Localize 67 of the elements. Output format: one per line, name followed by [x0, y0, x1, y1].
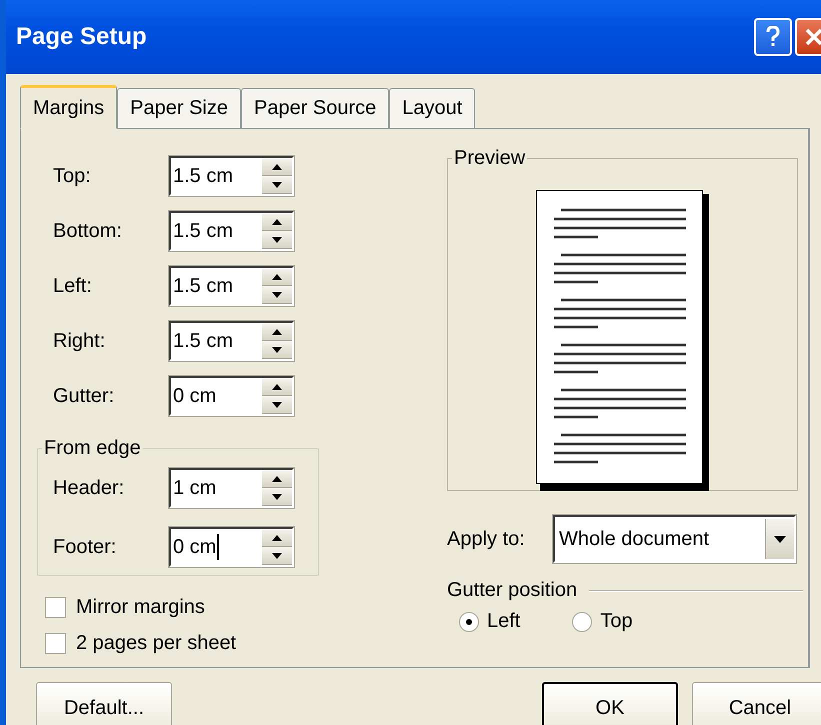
- tab[interactable]: Paper Size: [117, 88, 241, 128]
- field-label: Bottom:: [53, 220, 123, 242]
- spin-up-button[interactable]: [262, 158, 292, 176]
- dialog-button[interactable]: OK: [542, 682, 678, 725]
- radio-button[interactable]: [572, 612, 592, 632]
- down-arrow-icon: [272, 236, 282, 242]
- down-arrow-icon: [272, 292, 282, 298]
- down-arrow-icon: [272, 346, 282, 352]
- spin-down-button[interactable]: [262, 286, 292, 304]
- checkbox-label: Mirror margins: [76, 596, 205, 618]
- apply-to-dropdown[interactable]: Whole document: [553, 515, 796, 563]
- up-arrow-icon: [272, 476, 282, 482]
- down-arrow-icon: [272, 552, 282, 558]
- up-arrow-icon: [272, 164, 282, 170]
- field-label: Footer:: [53, 536, 118, 558]
- up-arrow-icon: [272, 274, 282, 280]
- close-icon: [805, 28, 821, 46]
- spin-up-button[interactable]: [262, 529, 292, 547]
- down-arrow-icon: [272, 494, 282, 500]
- tab[interactable]: Paper Source: [240, 88, 390, 128]
- down-arrow-icon: [272, 182, 282, 188]
- spin-field[interactable]: 1.5 cm: [169, 321, 294, 361]
- spin-field[interactable]: 0 cm: [169, 376, 294, 416]
- field-label: Right:: [53, 330, 106, 352]
- checkbox[interactable]: [45, 596, 66, 618]
- group-title: Preview: [453, 147, 526, 170]
- help-icon: [766, 26, 780, 48]
- up-arrow-icon: [272, 328, 282, 334]
- spin-field[interactable]: 1.5 cm: [169, 266, 294, 306]
- dropdown-arrow-icon: [774, 536, 786, 542]
- field-label: Apply to:: [447, 528, 526, 550]
- spin-field[interactable]: 1 cm: [169, 468, 294, 508]
- group-title: From edge: [43, 437, 142, 460]
- spin-field[interactable]: 0 cm: [169, 527, 294, 567]
- spin-down-button[interactable]: [262, 231, 292, 249]
- help-button[interactable]: [754, 18, 792, 56]
- spin-down-button[interactable]: [262, 176, 292, 194]
- spin-up-button[interactable]: [262, 470, 292, 488]
- field-label: Top:: [53, 164, 92, 188]
- spin-up-button[interactable]: [262, 323, 292, 341]
- spin-up-button[interactable]: [262, 378, 292, 396]
- spin-down-button[interactable]: [262, 396, 292, 414]
- up-arrow-icon: [272, 534, 282, 540]
- checkbox[interactable]: [45, 632, 66, 654]
- spin-up-button[interactable]: [262, 213, 292, 231]
- spin-down-button[interactable]: [262, 341, 292, 359]
- radio-button[interactable]: [459, 612, 479, 632]
- field-label: Gutter:: [53, 384, 116, 408]
- spin-down-button[interactable]: [262, 488, 292, 506]
- spin-down-button[interactable]: [262, 547, 292, 565]
- dialog-button[interactable]: Cancel: [692, 682, 821, 725]
- tab[interactable]: Margins: [20, 85, 118, 129]
- up-arrow-icon: [272, 384, 282, 390]
- group-title: Gutter position: [447, 579, 578, 602]
- spin-up-button[interactable]: [262, 268, 292, 286]
- field-label: Header:: [53, 476, 126, 500]
- dialog-button[interactable]: Default...: [36, 682, 172, 725]
- tab[interactable]: Layout: [389, 88, 476, 128]
- spin-field[interactable]: 1.5 cm: [169, 156, 294, 196]
- down-arrow-icon: [272, 402, 282, 408]
- radio-label: Left: [487, 610, 520, 633]
- window-title: Page Setup: [16, 23, 148, 51]
- checkbox-label: 2 pages per sheet: [76, 632, 236, 654]
- radio-label: Top: [600, 610, 633, 633]
- up-arrow-icon: [272, 218, 282, 224]
- spin-field[interactable]: 1.5 cm: [169, 211, 294, 251]
- field-label: Left:: [53, 274, 93, 298]
